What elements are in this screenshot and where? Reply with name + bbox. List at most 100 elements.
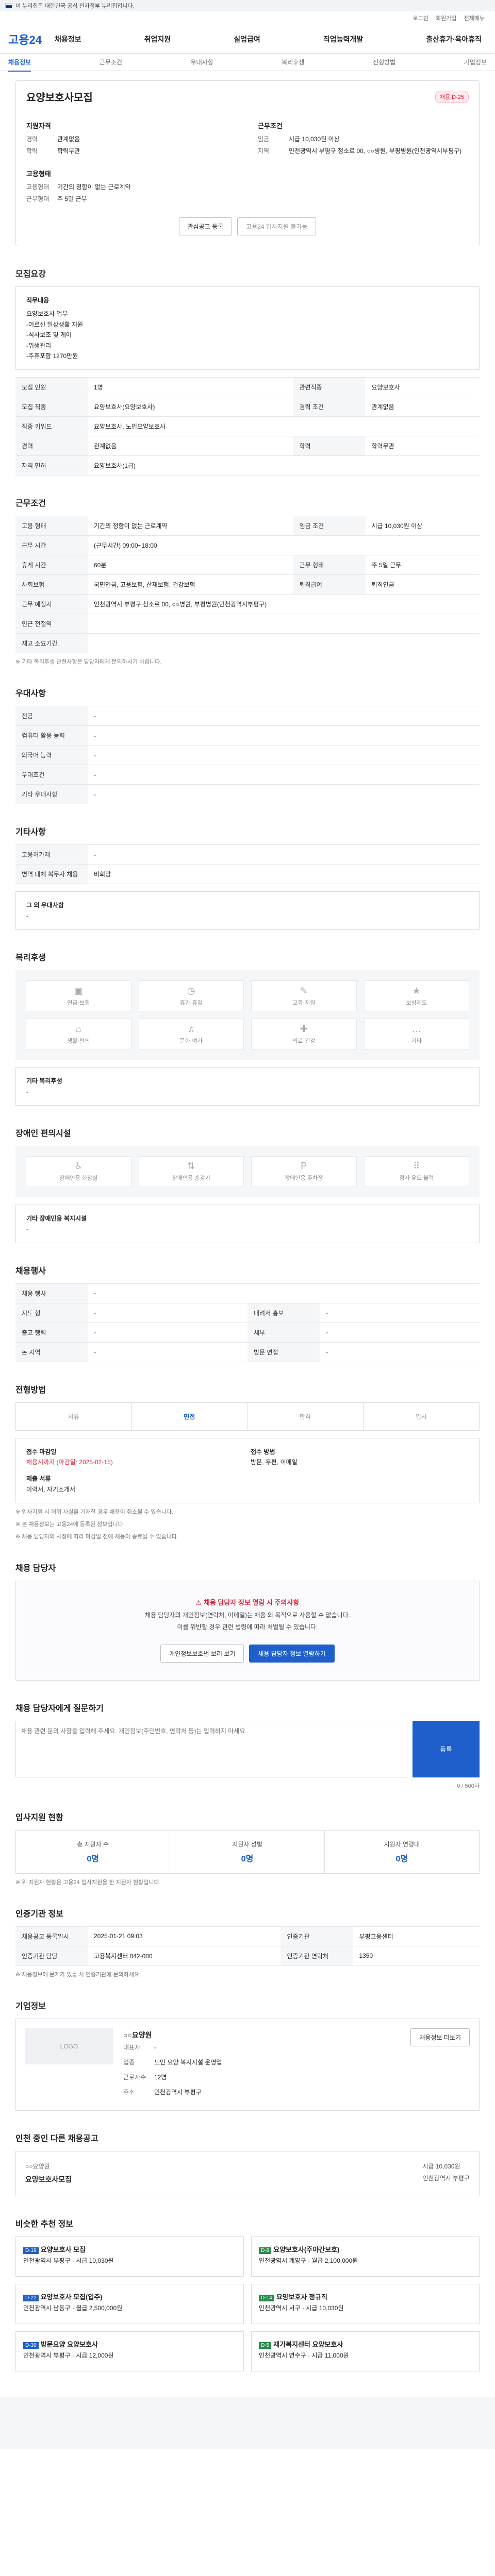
card-meta: 인천광역시 서구 · 시급 10,030원 [259, 2304, 344, 2312]
question-submit-button[interactable]: 등록 [412, 1720, 480, 1777]
dday-badge: D-22 [23, 2294, 39, 2301]
card-title: 재가복지센터 요양보호사 [273, 2340, 343, 2348]
dday-badge: D-14 [259, 2294, 274, 2301]
sitemap-link[interactable]: 전체메뉴 [464, 14, 485, 22]
signup-link[interactable]: 회원가입 [436, 14, 456, 22]
table-row: 채용공고 등록일시 2025-01-21 09:03 인증기관 부평고용센터 [15, 1926, 480, 1946]
row-label: 직종 키워드 [15, 416, 88, 437]
recommend-section: 비슷한 추천 정보 D-19 요양보호사 모집 인천광역시 부평구 · 시급 10,… [15, 2217, 480, 2371]
company-card: LOGO ○○요양원 대표자 - 업종 노인 요양 복지시설 운영업 근로자수 12명… [15, 2018, 480, 2111]
education-icon: ✎ [300, 985, 308, 996]
card-title: 방문요양 요양보호사 [40, 2340, 98, 2348]
company-more-button[interactable]: 채용정보 더보기 [410, 2028, 470, 2046]
gnb-item-training[interactable]: 직업능력개발 [323, 34, 363, 44]
facility-label: 장애인용 주차장 [285, 1175, 323, 1182]
kv-value: 인천광역시 부평구 청소로 00, ○○병원, 부평병원(인천광역시부평구) [289, 147, 462, 155]
recommend-card[interactable]: D-30 방문요양 요양보호사 인천광역시 부평구 · 시급 12,000원 [15, 2331, 244, 2371]
duties-box: 직무내용 요양보호사 업무 -어르신 일상생활 지원 -식사보조 및 케어 -위… [15, 286, 480, 370]
contact-line: 채용 담당자의 개인정보(연락처, 이메일)는 채용 외 목적으로 사용할 수 … [145, 1611, 350, 1619]
tab-recruit[interactable]: 채용정보 [8, 58, 31, 72]
apply-button[interactable]: 고용24 입사지원 불가능 [237, 217, 317, 235]
duties-heading: 직무내용 [26, 297, 50, 304]
step-item: 합격 [248, 1402, 364, 1430]
site-logo[interactable]: 고용24 [8, 31, 55, 47]
facility-label: 장애인용 화장실 [59, 1175, 98, 1182]
row-value: 국민연금, 고용보험, 산재보험, 건강보험 [88, 574, 293, 595]
stat-label: 총 지원자 수 [77, 1840, 109, 1848]
culture-icon: ♫ [188, 1023, 195, 1034]
privacy-law-button[interactable]: 개인정보보호법 보러 보기 [160, 1644, 244, 1663]
reward-icon: ★ [412, 985, 421, 996]
kv-key: 학력 [26, 147, 38, 155]
gov-banner: 이 누리집은 대한민국 공식 전자정부 누리집입니다. [0, 0, 495, 11]
work-section: 근무조건 고용 형태 기간의 정함이 없는 근로계약 임금 조건 시급 10,030원… [15, 496, 480, 666]
row-label: 우대조건 [15, 765, 88, 785]
docs-value: 이력서, 자기소개서 [26, 1485, 75, 1493]
gnb-item-jobs[interactable]: 채용정보 [55, 34, 81, 44]
stat-value: 0명 [395, 1854, 408, 1863]
table-row: 고용허가제 - [15, 844, 480, 865]
utility-bar: 로그인 회원가입 전체메뉴 [0, 11, 495, 25]
info-table: 채용공고 등록일시 2025-01-21 09:03 인증기관 부평고용센터 인증기관… [15, 1926, 480, 1966]
facility-label: 장애인용 승강기 [172, 1175, 210, 1182]
row-value: (근무시간) 09:00~18:00 [88, 535, 480, 556]
tab-welfare[interactable]: 복리후생 [282, 58, 304, 66]
gnb-item-employment[interactable]: 취업지원 [144, 34, 171, 44]
etc-icon: … [411, 1023, 421, 1034]
dday-badge: D-8 [259, 2247, 272, 2254]
recommend-card[interactable]: D-22 요양보호사 모집(입주) 인천광역시 남동구 · 월급 2,500,000… [15, 2283, 244, 2324]
table-row: 자격 면허 요양보호사(1급) [15, 455, 480, 476]
info-section: 인증기관 정보 채용공고 등록일시 2025-01-21 09:03 인증기관 부평고… [15, 1907, 480, 1978]
row-value: 요양보호사(1급) [88, 455, 480, 476]
tab-process[interactable]: 전형방법 [373, 58, 395, 66]
row-label: 인증기관 [280, 1926, 353, 1946]
facility-item: ⠿ 점자 유도 블럭 [364, 1156, 469, 1187]
row-label: 방문 면접 [248, 1342, 320, 1362]
related-company: ○○요양원 [25, 2163, 50, 2171]
welfare-label: 연금·보험 [67, 999, 90, 1006]
recruit-heading: 모집요강 [15, 270, 46, 279]
stat-item: 총 지원자 수 0명 [16, 1830, 171, 1873]
gnb-item-unemployment[interactable]: 실업급여 [234, 34, 260, 44]
related-section: 인천 중인 다른 채용공고 ○○요양원 요양보호사모집 시급 10,030원 인… [15, 2131, 480, 2196]
scrap-button[interactable]: 관심공고 등록 [178, 217, 233, 235]
card-title: 요양보호사 정규직 [276, 2293, 327, 2301]
row-label: 고용 형태 [15, 516, 88, 536]
work-table: 고용 형태 기간의 정함이 없는 근로계약 임금 조건 시급 10,030원 이상 근… [15, 516, 480, 654]
contact-section: 채용 담당자 ⚠ 채용 담당자 정보 열람 시 주의사항 채용 담당자의 개인정… [15, 1561, 480, 1681]
pref-heading: 우대사항 [15, 689, 46, 699]
stats-grid: 총 지원자 수 0명 지원자 성별 0명 지원자 연령대 0명 [15, 1829, 480, 1874]
gnb-item-leave[interactable]: 출산휴가·육아휴직 [426, 34, 482, 44]
recommend-card[interactable]: D-5 재가복지센터 요양보호사 인천광역시 연수구 · 시급 11,000원 [251, 2331, 480, 2371]
recommend-card[interactable]: D-8 요양보호사(주야간보호) 인천광역시 계양구 · 월급 2,100,000원 [251, 2236, 480, 2277]
process-note: ※ 채용 담당자의 사정에 따라 마감일 전에 채용이 종료될 수 있습니다. [15, 1534, 179, 1540]
welfare-item: ✚ 의료·건강 [251, 1019, 357, 1050]
tags-heading: 채용행사 [15, 1266, 46, 1276]
company-section: 기업정보 LOGO ○○요양원 대표자 - 업종 노인 요양 복지시설 운영업 근로… [15, 1999, 480, 2111]
row-label: 모집 인원 [15, 377, 88, 398]
process-note: ※ 입사지원 시 허위 사실을 기재한 경우 채용이 취소될 수 있습니다. [15, 1509, 173, 1516]
tab-company[interactable]: 기업정보 [464, 58, 487, 66]
tab-work[interactable]: 근무조건 [100, 58, 122, 66]
related-heading: 인천 중인 다른 채용공고 [15, 2134, 98, 2144]
kv-value: 주 5일 근무 [57, 195, 87, 202]
related-card[interactable]: ○○요양원 요양보호사모집 시급 10,030원 인천광역시 부평구 [15, 2151, 480, 2196]
recommend-card[interactable]: D-19 요양보호사 모집 인천광역시 부평구 · 시급 10,030원 [15, 2236, 244, 2277]
welfare-label: 생활·편의 [67, 1038, 90, 1044]
row-value: 부평고용센터 [353, 1926, 480, 1946]
row-value: - [320, 1302, 480, 1323]
view-contact-button[interactable]: 채용 담당자 정보 열람하기 [249, 1644, 335, 1663]
table-row: 우대조건 - [15, 765, 480, 785]
etc-section: 기타사항 고용허가제 - 병역 대체 복무자 채용 비희망 그 외 우대사항 - [15, 825, 480, 930]
login-link[interactable]: 로그인 [413, 14, 428, 22]
row-label: 휴게 시간 [15, 555, 88, 575]
welfare-item: ✎ 교육·지원 [251, 980, 357, 1012]
recommend-card[interactable]: D-14 요양보호사 정규직인천광역시 서구 · 시급 10,030원 [251, 2283, 480, 2324]
tab-pref[interactable]: 우대사항 [191, 58, 213, 66]
table-row: 경력 관계없음 학력 학력무관 [15, 436, 480, 456]
etc-table: 고용허가제 - 병역 대체 복무자 채용 비희망 [15, 844, 480, 885]
company-name: ○○요양원 [123, 2030, 152, 2039]
question-input[interactable] [15, 1720, 407, 1777]
card-title: 요양보호사 모집(입주) [40, 2293, 103, 2301]
pref-section: 우대사항 전공 - 컴퓨터 활용 능력 - 외국어 능력 - 우대조건 - 기타 우대사… [15, 686, 480, 805]
